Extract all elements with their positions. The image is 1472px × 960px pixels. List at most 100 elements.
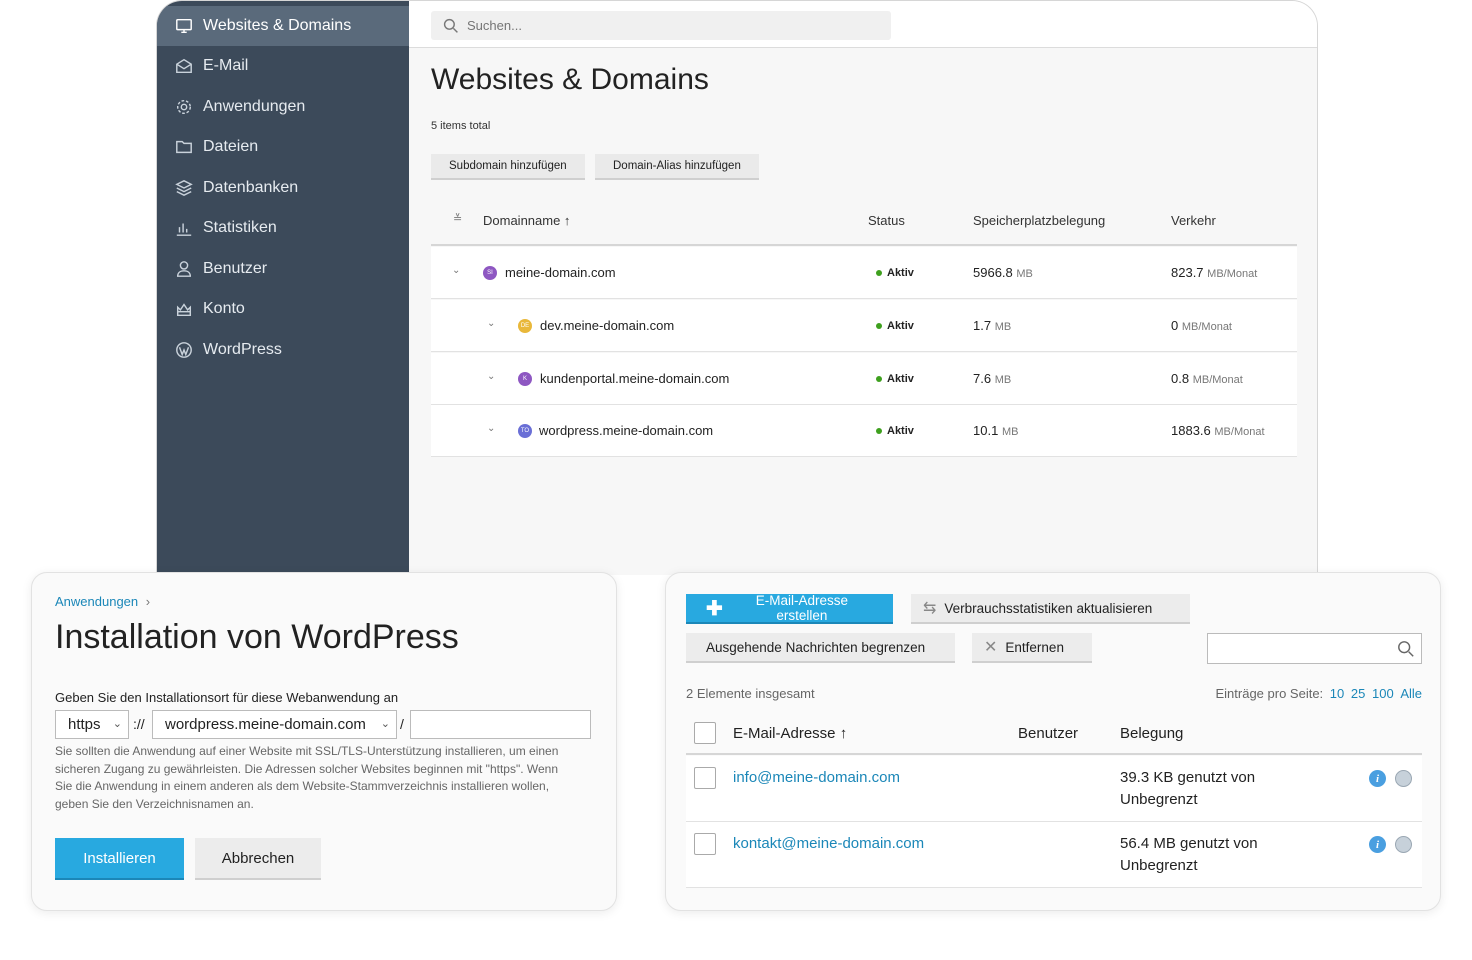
email-link[interactable]: kontakt@meine-domain.com (733, 835, 924, 852)
email-search-input[interactable] (1207, 633, 1422, 664)
status-badge[interactable]: Aktiv (887, 267, 914, 279)
domain-link[interactable]: wordpress.meine-domain.com (539, 423, 713, 438)
domain-link[interactable]: kundenportal.meine-domain.com (540, 371, 729, 386)
wordpress-install-card: Anwendungen › Installation von WordPress… (31, 572, 617, 911)
create-email-button[interactable]: ✚ E-Mail-Adresse erstellen (686, 593, 893, 624)
traffic-value: 0 MB/Monat (1171, 318, 1232, 333)
chevron-right-icon: › (145, 594, 151, 609)
column-header-domainname[interactable]: Domainname ↑ (483, 213, 570, 228)
collapse-all-icon[interactable]: ≚ (453, 212, 462, 225)
page-title: Installation von WordPress (55, 618, 459, 656)
protocol-separator: :// (133, 716, 145, 732)
storage-value: 1.7 MB (973, 318, 1012, 333)
status-badge[interactable]: Aktiv (887, 373, 914, 385)
column-header-user[interactable]: Benutzer (1018, 725, 1078, 742)
add-domain-alias-button[interactable]: Domain-Alias hinzufügen (595, 154, 759, 180)
info-icon[interactable]: i (1369, 836, 1386, 853)
wordpress-icon (174, 340, 194, 360)
sidebar-item-websites-domains[interactable]: Websites & Domains (157, 6, 409, 46)
chevron-down-icon[interactable]: ⌄ (487, 318, 495, 329)
install-button[interactable]: Installieren (55, 838, 184, 880)
column-header-status[interactable]: Status (868, 213, 905, 228)
row-checkbox[interactable] (694, 833, 716, 855)
table-row[interactable]: ⌄ TO wordpress.meine-domain.com Aktiv 10… (431, 405, 1297, 457)
breadcrumb-link[interactable]: Anwendungen (55, 594, 138, 609)
search-icon[interactable] (1397, 640, 1415, 658)
sidebar-item-email[interactable]: E-Mail (157, 46, 409, 86)
limit-outgoing-button[interactable]: Ausgehende Nachrichten begrenzen (686, 633, 955, 663)
sidebar-item-anwendungen[interactable]: Anwendungen (157, 87, 409, 127)
per-page-selector: Einträge pro Seite: 10 25 100 Alle (1215, 686, 1422, 701)
table-row[interactable]: ⌄ K kundenportal.meine-domain.com Aktiv … (431, 353, 1297, 405)
info-icon[interactable]: i (1369, 770, 1386, 787)
chevron-down-icon: ⌄ (112, 718, 122, 730)
storage-value: 10.1 MB (973, 423, 1019, 438)
status-badge[interactable]: Aktiv (887, 425, 914, 437)
storage-value: 7.6 MB (973, 371, 1012, 386)
sidebar-item-wordpress[interactable]: WordPress (157, 330, 409, 370)
chart-icon (174, 218, 194, 238)
per-page-option-25[interactable]: 25 (1351, 686, 1365, 701)
sidebar-item-benutzer[interactable]: Benutzer (157, 249, 409, 289)
plus-icon: ✚ (706, 597, 723, 620)
sidebar-item-label: Dateien (203, 138, 259, 155)
per-page-option-100[interactable]: 100 (1372, 686, 1394, 701)
storage-value: 5966.8 MB (973, 265, 1033, 280)
sidebar: Websites & Domains E-Mail Anwendungen Da… (157, 1, 409, 575)
refresh-icon: ⇆ (923, 600, 937, 617)
site-badge-icon: TO (518, 424, 532, 438)
update-stats-button[interactable]: ⇆ Verbrauchsstatistiken aktualisieren (911, 594, 1190, 624)
sidebar-item-dateien[interactable]: Dateien (157, 127, 409, 167)
install-path-input[interactable] (410, 710, 591, 739)
help-text: Sie sollten die Anwendung auf einer Webs… (55, 744, 559, 811)
close-icon: ✕ (984, 639, 998, 656)
chevron-down-icon[interactable]: ⌄ (487, 423, 495, 434)
row-checkbox[interactable] (694, 767, 716, 789)
domain-link[interactable]: dev.meine-domain.com (540, 318, 674, 333)
table-row[interactable]: ⌄ SI meine-domain.com Aktiv 5966.8 MB 82… (431, 247, 1297, 299)
domain-select[interactable]: wordpress.meine-domain.com ⌄ (152, 710, 397, 739)
database-icon (174, 178, 194, 198)
status-badge[interactable]: Aktiv (887, 320, 914, 332)
sidebar-item-statistiken[interactable]: Statistiken (157, 208, 409, 248)
page-title: Websites & Domains (431, 63, 709, 96)
mail-icon (174, 56, 194, 76)
sidebar-item-datenbanken[interactable]: Datenbanken (157, 168, 409, 208)
column-header-usage[interactable]: Belegung (1120, 725, 1183, 742)
email-card: ✚ E-Mail-Adresse erstellen ⇆ Verbrauchss… (665, 572, 1441, 911)
traffic-value: 1883.6 MB/Monat (1171, 423, 1265, 438)
table-header: E-Mail-Adresse ↑ Benutzer Belegung (686, 715, 1422, 755)
column-header-traffic[interactable]: Verkehr (1171, 213, 1216, 228)
search-input[interactable] (467, 18, 867, 33)
chevron-down-icon[interactable]: ⌄ (487, 371, 495, 382)
search-box[interactable] (431, 11, 891, 40)
status-dot-icon (876, 428, 882, 434)
site-badge-icon: SI (483, 266, 497, 280)
breadcrumb: Anwendungen › (55, 594, 150, 609)
table-row[interactable]: ⌄ DE dev.meine-domain.com Aktiv 1.7 MB 0… (431, 300, 1297, 352)
email-link[interactable]: info@meine-domain.com (733, 769, 900, 786)
add-subdomain-button[interactable]: Subdomain hinzufügen (431, 154, 585, 180)
items-total: 5 items total (431, 120, 491, 132)
status-dot-icon (876, 270, 882, 276)
remove-button[interactable]: ✕ Entfernen (972, 633, 1092, 663)
webmail-icon[interactable] (1395, 836, 1412, 853)
domain-link[interactable]: meine-domain.com (505, 265, 616, 280)
per-page-option-10[interactable]: 10 (1330, 686, 1344, 701)
webmail-icon[interactable] (1395, 770, 1412, 787)
sidebar-item-label: Konto (203, 300, 245, 317)
column-header-storage[interactable]: Speicherplatzbelegung (973, 213, 1105, 228)
account-icon (174, 299, 194, 319)
location-label: Geben Sie den Installationsort für diese… (55, 690, 399, 705)
column-header-address[interactable]: E-Mail-Adresse ↑ (733, 725, 847, 742)
per-page-option-all[interactable]: Alle (1400, 686, 1422, 701)
protocol-select[interactable]: https ⌄ (55, 710, 129, 739)
chevron-down-icon[interactable]: ⌄ (452, 265, 460, 276)
table-header: ≚ Domainname ↑ Status Speicherplatzbeleg… (431, 198, 1297, 246)
sidebar-item-label: WordPress (203, 341, 282, 358)
top-bar (409, 1, 1317, 48)
user-icon (174, 259, 194, 279)
cancel-button[interactable]: Abbrechen (195, 838, 321, 880)
sidebar-item-konto[interactable]: Konto (157, 289, 409, 329)
select-all-checkbox[interactable] (694, 722, 716, 744)
